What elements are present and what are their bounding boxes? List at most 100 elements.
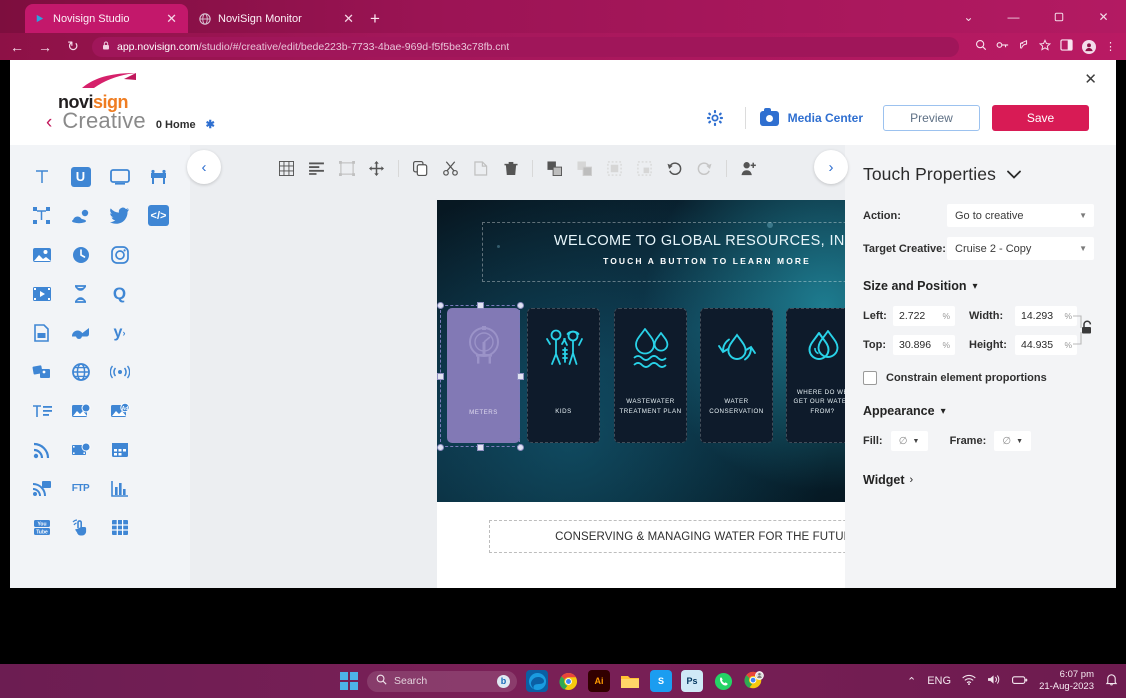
delete-icon[interactable] [502, 160, 519, 177]
touch-button-water-conservation[interactable]: WATER CONSERVATION [700, 308, 773, 443]
widget-cell[interactable] [100, 430, 139, 469]
widget-cell[interactable] [61, 391, 100, 430]
copy-icon[interactable] [412, 160, 429, 177]
menu-kebab-icon[interactable]: ⋮ [1105, 40, 1116, 53]
media-center-button[interactable]: Media Center [760, 111, 863, 126]
size-and-position-section-header[interactable]: Size and Position ▾ [863, 279, 1094, 293]
constrain-proportions-row[interactable]: Constrain element proportions [863, 371, 1094, 385]
bring-forward-icon[interactable] [636, 160, 653, 177]
widget-section-link[interactable]: Widget › [863, 473, 1094, 487]
resize-handle-e[interactable] [517, 373, 524, 380]
grid-icon[interactable] [278, 160, 295, 177]
collapse-left-panel-button[interactable]: ‹ [187, 150, 221, 184]
touch-button-kids[interactable]: KIDS [527, 308, 600, 443]
align-icon[interactable] [308, 160, 325, 177]
left-input[interactable]: 2.722 % [893, 306, 955, 326]
tray-expand-icon[interactable]: ⌃ [907, 675, 916, 688]
tab-close-icon[interactable]: ✕ [340, 10, 357, 27]
search-icon[interactable] [975, 39, 987, 54]
touch-button-meters[interactable]: METERS [447, 308, 520, 443]
appearance-section-header[interactable]: Appearance ▾ [863, 404, 1094, 418]
tab-search-icon[interactable]: ⌄ [946, 0, 991, 33]
resize-handle-se[interactable] [517, 444, 524, 451]
widget-cell[interactable] [61, 508, 100, 547]
widget-cell[interactable]: y› [100, 313, 139, 352]
language-indicator[interactable]: ENG [927, 675, 951, 687]
battery-icon[interactable] [1012, 675, 1028, 688]
move-icon[interactable] [368, 160, 385, 177]
new-tab-button[interactable]: + [370, 10, 380, 27]
close-editor-icon[interactable]: ✕ [1084, 70, 1097, 88]
widget-cell[interactable] [100, 352, 139, 391]
preview-button[interactable]: Preview [883, 105, 980, 131]
widget-cell[interactable]: Ad [100, 391, 139, 430]
breadcrumb-back-icon[interactable]: ‹ [46, 113, 52, 132]
wifi-icon[interactable] [962, 674, 976, 688]
widget-cell[interactable] [139, 157, 178, 196]
widget-cell[interactable] [61, 274, 100, 313]
browser-tab-novisign-studio[interactable]: Novisign Studio ✕ [25, 4, 188, 33]
share-icon[interactable] [1018, 39, 1030, 54]
bookmark-star-icon[interactable] [1039, 39, 1051, 54]
top-input[interactable]: 30.896 % [893, 335, 955, 355]
profile-icon[interactable] [1082, 40, 1096, 54]
gear-icon[interactable] [699, 104, 731, 132]
widget-cell[interactable] [22, 352, 61, 391]
collapse-right-panel-button[interactable]: › [814, 150, 848, 184]
widget-cell[interactable] [22, 274, 61, 313]
widget-cell[interactable] [22, 235, 61, 274]
aspect-lock-toggle[interactable] [1072, 312, 1098, 348]
fill-swatch[interactable]: ∅ ▼ [891, 431, 928, 451]
sidebar-icon[interactable] [1060, 39, 1073, 54]
widget-cell[interactable]: U [61, 157, 100, 196]
edge-icon[interactable] [526, 670, 548, 692]
add-user-icon[interactable] [740, 160, 757, 177]
widget-cell[interactable] [61, 313, 100, 352]
send-to-back-icon[interactable] [606, 160, 623, 177]
touch-button-wastewater[interactable]: WASTEWATER TREATMENT PLAN [614, 308, 687, 443]
bing-icon[interactable]: b [497, 675, 510, 688]
back-icon[interactable]: ← [8, 39, 26, 55]
widget-cell[interactable] [22, 391, 61, 430]
widget-cell[interactable] [100, 196, 139, 235]
notification-bell-icon[interactable] [1105, 673, 1118, 689]
forward-icon[interactable]: → [36, 39, 54, 55]
minimize-button[interactable]: — [991, 0, 1036, 33]
resize-handle-s[interactable] [477, 444, 484, 451]
reload-icon[interactable]: ↻ [64, 38, 82, 55]
widget-cell[interactable] [22, 469, 61, 508]
resize-handle-w[interactable] [437, 373, 444, 380]
widget-cell[interactable] [61, 430, 100, 469]
widget-cell[interactable]: FTP [61, 469, 100, 508]
browser-tab-novisign-monitor[interactable]: NoviSign Monitor ✕ [190, 4, 365, 33]
taskbar-search[interactable]: Search b [367, 671, 517, 692]
save-button[interactable]: Save [992, 105, 1089, 131]
target-creative-select[interactable]: Cruise 2 - Copy ▼ [947, 237, 1094, 260]
frame-swatch[interactable]: ∅ ▼ [994, 431, 1031, 451]
key-icon[interactable] [996, 39, 1009, 54]
widget-cell[interactable] [100, 235, 139, 274]
paste-icon[interactable] [472, 160, 489, 177]
chrome-icon[interactable] [557, 670, 579, 692]
close-window-button[interactable]: ✕ [1081, 0, 1126, 33]
chrome-profile-icon[interactable] [743, 670, 765, 692]
maximize-button[interactable] [1036, 0, 1081, 33]
redo-icon[interactable] [696, 160, 713, 177]
photoshop-icon[interactable]: Ps [681, 670, 703, 692]
constrain-checkbox[interactable] [863, 371, 877, 385]
bring-to-front-icon[interactable] [546, 160, 563, 177]
widget-cell[interactable]: </> [139, 196, 178, 235]
cut-icon[interactable] [442, 160, 459, 177]
speaker-icon[interactable] [987, 674, 1001, 688]
width-input[interactable]: 14.293 % [1015, 306, 1077, 326]
file-explorer-icon[interactable] [619, 670, 641, 692]
widget-cell[interactable] [61, 235, 100, 274]
windows-start-icon[interactable] [340, 672, 358, 690]
height-input[interactable]: 44.935 % [1015, 335, 1077, 355]
taskbar-clock[interactable]: 6:07 pm 21-Aug-2023 [1039, 669, 1094, 693]
widget-cell[interactable] [100, 157, 139, 196]
send-backward-icon[interactable] [576, 160, 593, 177]
widget-cell[interactable]: Q [100, 274, 139, 313]
select-all-icon[interactable] [338, 160, 355, 177]
resize-handle-n[interactable] [477, 302, 484, 309]
